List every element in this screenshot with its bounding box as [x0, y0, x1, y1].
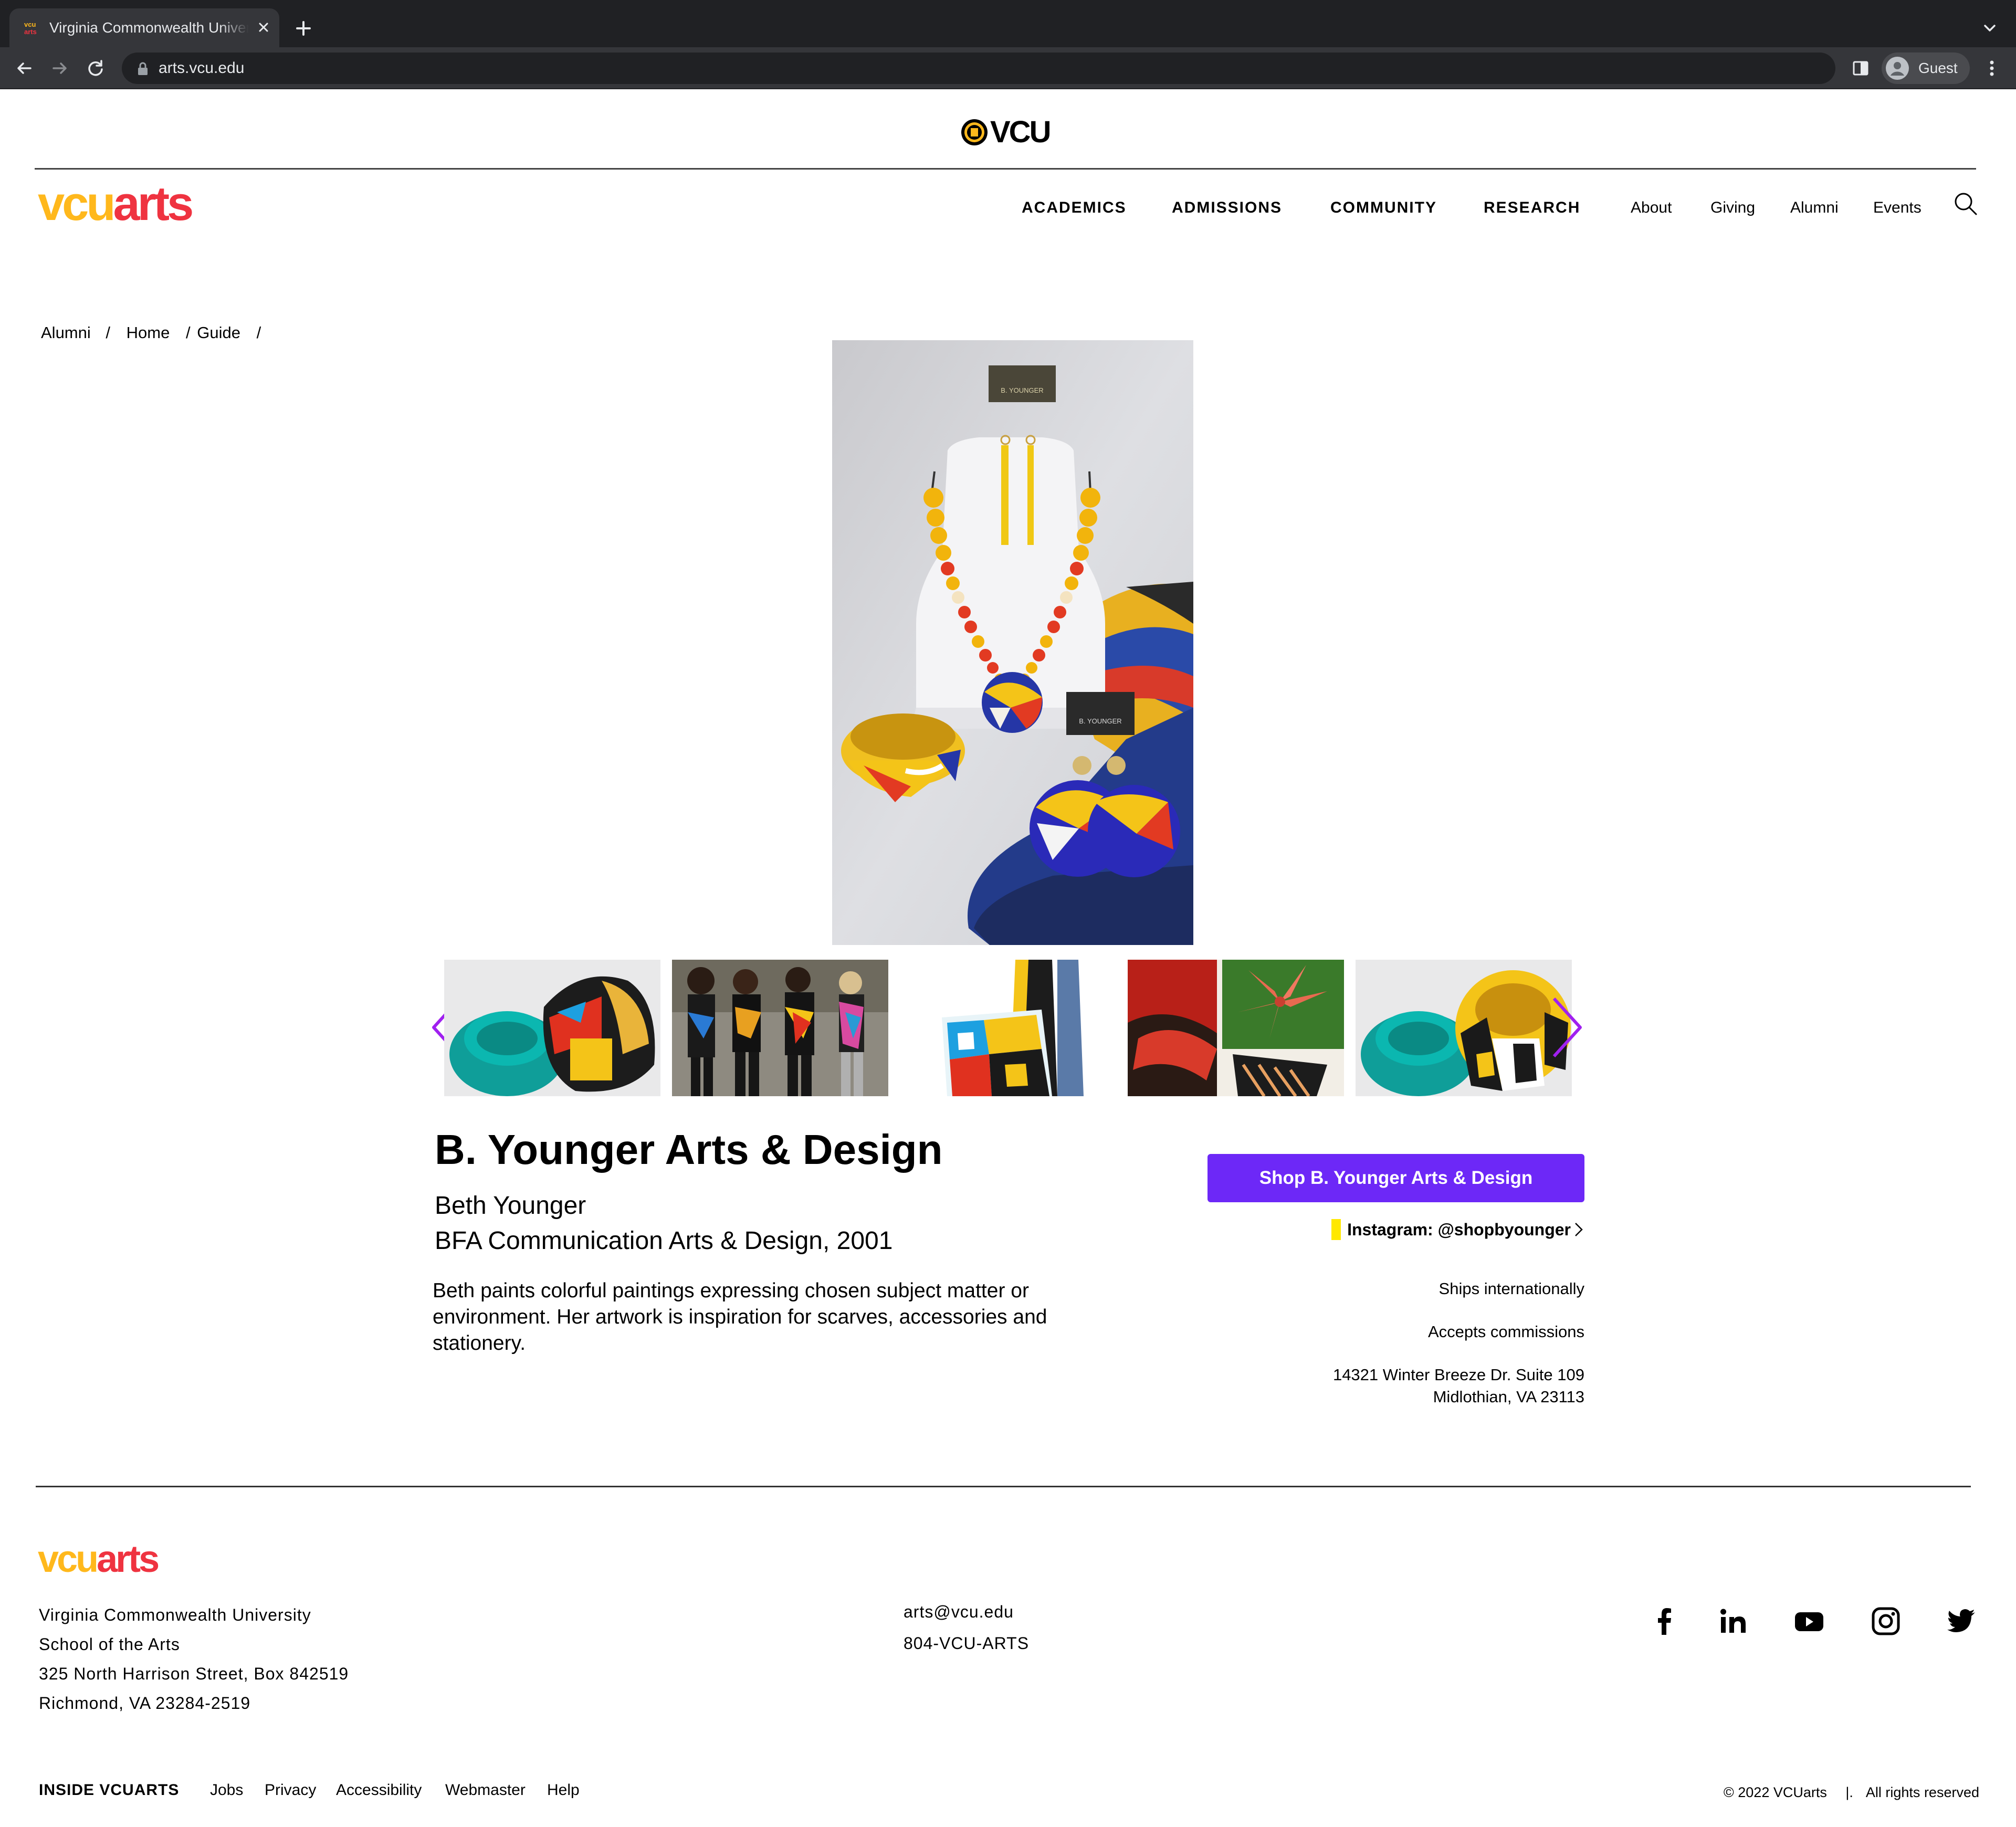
- back-arrow-icon[interactable]: [13, 57, 36, 80]
- footer-address: Virginia Commonwealth University School …: [39, 1600, 349, 1718]
- breadcrumb-separator: /: [256, 323, 261, 342]
- nav-academics[interactable]: ACADEMICS: [1022, 197, 1127, 218]
- search-icon[interactable]: [1953, 191, 1978, 216]
- forward-arrow-icon[interactable]: [48, 57, 71, 80]
- instagram-highlight-icon: [1331, 1219, 1341, 1240]
- breadcrumb-alumni[interactable]: Alumni: [41, 323, 91, 342]
- footer-contact: arts@vcu.edu 804-VCU-ARTS: [904, 1596, 1029, 1659]
- breadcrumb-separator: /: [106, 323, 111, 342]
- owner-name: Beth Younger: [435, 1192, 586, 1220]
- nav-admissions[interactable]: ADMISSIONS: [1172, 197, 1282, 218]
- carousel-next-icon[interactable]: [1549, 993, 1587, 1062]
- twitter-icon[interactable]: [1946, 1605, 1977, 1637]
- address-line-1: 14321 Winter Breeze Dr. Suite 109: [1332, 1366, 1584, 1384]
- commissions-info: Accepts commissions: [1427, 1322, 1584, 1341]
- profile-name: Guest: [1918, 60, 1958, 76]
- hero-card-text: B. YOUNGER: [1001, 386, 1043, 394]
- thumbnail-bangles-yellow[interactable]: [1356, 960, 1572, 1096]
- new-tab-icon[interactable]: [292, 17, 315, 40]
- brand-vcu: vcu: [38, 177, 116, 230]
- copyright: © 2022 VCUarts |. All rights reserved: [1724, 1782, 1979, 1803]
- vcu-seal-icon: [961, 119, 988, 145]
- footer-link-accessibility[interactable]: Accessibility: [336, 1780, 422, 1801]
- footer-link-webmaster[interactable]: Webmaster: [445, 1780, 526, 1801]
- svg-text:vcu: vcu: [24, 20, 36, 28]
- vcuarts-favicon-icon: vcu arts: [23, 20, 41, 36]
- instagram-icon[interactable]: [1870, 1605, 1902, 1637]
- browser-tab-strip: vcu arts Virginia Commonwealth Universit…: [0, 0, 2016, 47]
- shop-button[interactable]: Shop B. Younger Arts & Design: [1208, 1154, 1584, 1202]
- footer-brand-vcu: vcu: [38, 1538, 99, 1580]
- nav-events[interactable]: Events: [1873, 197, 1922, 218]
- nav-alumni[interactable]: Alumni: [1790, 197, 1839, 218]
- browser-toolbar: arts.vcu.edu Guest: [0, 47, 2016, 89]
- breadcrumb-guide[interactable]: Guide: [197, 323, 240, 342]
- breadcrumb-separator: /: [185, 323, 191, 342]
- footer-phone[interactable]: 804-VCU-ARTS: [904, 1628, 1029, 1659]
- footer-address-line: School of the Arts: [39, 1635, 180, 1654]
- browser-tab[interactable]: vcu arts Virginia Commonwealth Universit…: [9, 8, 279, 47]
- page-title: B. Younger Arts & Design: [435, 1126, 943, 1173]
- profile-button[interactable]: Guest: [1882, 52, 1970, 84]
- hero-card-text-2: B. YOUNGER: [1079, 717, 1121, 725]
- footer-divider: [36, 1486, 1971, 1487]
- footer-link-privacy[interactable]: Privacy: [265, 1780, 316, 1801]
- avatar-icon: [1886, 57, 1909, 80]
- breadcrumb-home[interactable]: Home: [127, 323, 170, 342]
- thumbnail-lily-painting[interactable]: [1128, 960, 1344, 1096]
- instagram-handle: Instagram: @shopbyounger: [1347, 1220, 1571, 1239]
- svg-text:arts: arts: [24, 28, 37, 36]
- footer-email[interactable]: arts@vcu.edu: [904, 1596, 1029, 1628]
- nav-about[interactable]: About: [1631, 197, 1672, 218]
- footer-address-line: 325 North Harrison Street, Box 842519: [39, 1664, 349, 1683]
- nav-community[interactable]: COMMUNITY: [1330, 197, 1437, 218]
- youtube-icon[interactable]: [1793, 1605, 1825, 1637]
- degree-info: BFA Communication Arts & Design, 2001: [435, 1227, 893, 1255]
- reload-icon[interactable]: [84, 57, 107, 80]
- footer-link-help[interactable]: Help: [547, 1780, 580, 1801]
- footer-address-line: Richmond, VA 23284-2519: [39, 1694, 251, 1713]
- chevron-down-icon[interactable]: [1979, 18, 2000, 39]
- instagram-link[interactable]: Instagram: @shopbyounger: [1331, 1218, 1584, 1241]
- copyright-text: © 2022 VCUarts: [1723, 1784, 1827, 1800]
- tab-title: Virginia Commonwealth University: [49, 19, 249, 36]
- url-text: arts.vcu.edu: [159, 59, 245, 77]
- vcu-logo[interactable]: VCU: [961, 115, 1051, 149]
- vcu-wordmark: VCU: [990, 115, 1051, 149]
- rights-text: All rights reserved: [1865, 1784, 1979, 1800]
- vcuarts-logo[interactable]: vcuarts: [38, 177, 194, 230]
- nav-giving[interactable]: Giving: [1710, 197, 1755, 218]
- facebook-icon[interactable]: [1648, 1605, 1680, 1637]
- footer-brand-arts: arts: [97, 1538, 160, 1580]
- close-tab-icon[interactable]: [254, 18, 273, 37]
- chevron-right-icon: [1575, 1223, 1583, 1236]
- thumbnail-bangles[interactable]: [444, 960, 660, 1096]
- description: Beth paints colorful paintings expressin…: [433, 1279, 1047, 1354]
- address-line-2: Midlothian, VA 23113: [1433, 1388, 1584, 1406]
- copyright-separator: |.: [1845, 1784, 1853, 1800]
- hero-product-photo: B. YOUNGER B. YOUNGER: [832, 340, 1193, 945]
- shipping-info: Ships internationally: [1438, 1279, 1584, 1298]
- linkedin-icon[interactable]: [1718, 1605, 1749, 1637]
- footer-address-line: Virginia Commonwealth University: [39, 1605, 311, 1624]
- footer-link-jobs[interactable]: Jobs: [210, 1780, 243, 1801]
- thumbnail-models[interactable]: [672, 960, 888, 1096]
- nav-research[interactable]: RESEARCH: [1484, 197, 1580, 218]
- address-bar[interactable]: arts.vcu.edu: [122, 52, 1835, 84]
- header-divider: [35, 168, 1976, 170]
- breadcrumb: Alumni / Home / Guide /: [41, 322, 261, 343]
- brand-arts: arts: [113, 177, 194, 230]
- thumbnail-scarf[interactable]: [900, 960, 1116, 1096]
- side-panel-icon[interactable]: [1849, 57, 1872, 80]
- lock-icon[interactable]: [136, 62, 149, 76]
- inside-vcuarts-label: INSIDE VCUARTS: [39, 1781, 180, 1799]
- more-menu-icon[interactable]: [1980, 57, 2003, 80]
- footer-vcuarts-logo[interactable]: vcuarts: [38, 1538, 160, 1580]
